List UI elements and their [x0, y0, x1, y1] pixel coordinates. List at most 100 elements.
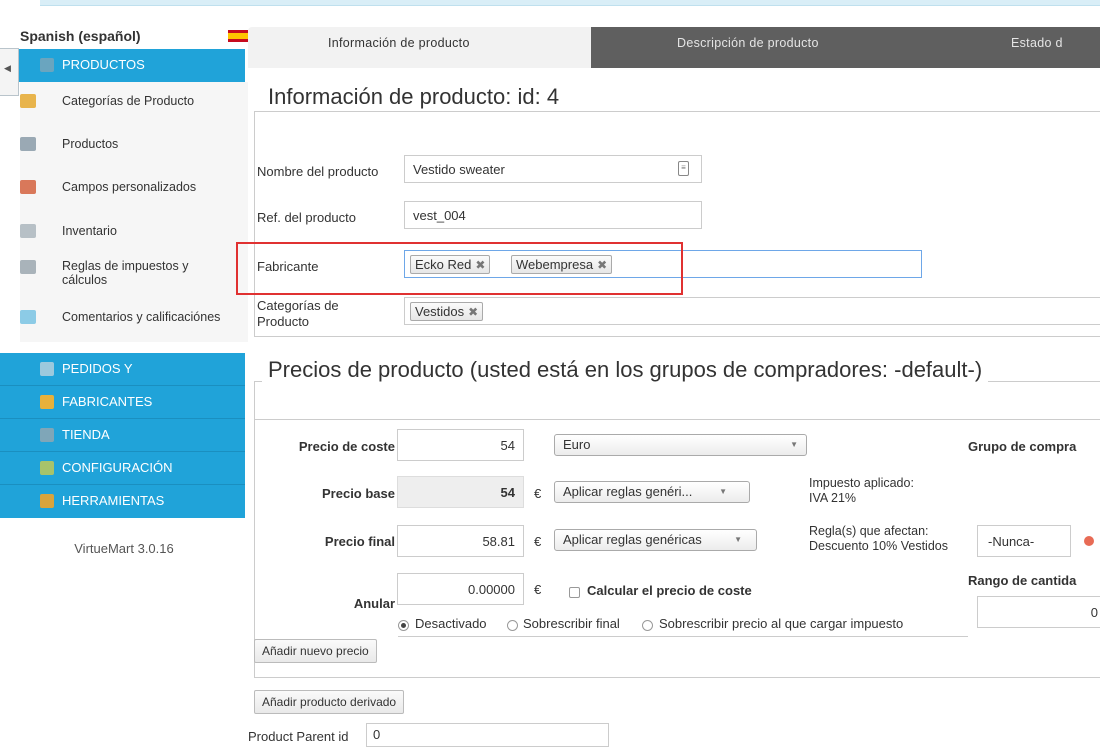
products-submenu: Categorías de Producto Productos Campos … [20, 82, 248, 342]
product-edit-panel: Información de producto: id: 4 Nombre de… [236, 68, 1100, 747]
sidebar-item-label: Inventario [62, 224, 117, 238]
override-final-label: Sobrescribir final [523, 616, 620, 631]
sidebar-item-label: Comentarios y calificaciónes [62, 310, 221, 324]
override-final-radio[interactable] [507, 620, 518, 631]
final-price-label: Precio final [324, 534, 395, 549]
manufacturer-highlight-box [236, 242, 683, 295]
sidebar-item-custom-fields[interactable]: Campos personalizados [20, 168, 248, 212]
base-euro-sign: € [534, 486, 542, 501]
orders-icon [40, 362, 54, 376]
never-date-input[interactable]: -Nunca- [977, 525, 1071, 557]
calc-cost-checkbox[interactable] [569, 587, 580, 598]
calculator-icon [20, 260, 36, 274]
add-price-button[interactable]: Añadir nuevo precio [254, 639, 377, 663]
override-tax-radio[interactable] [642, 620, 653, 631]
tab-product-description[interactable]: Descripción de producto [591, 27, 861, 68]
quantity-range-input[interactable]: 0 [977, 596, 1100, 628]
remove-icon[interactable] [1084, 536, 1094, 546]
quantity-range-label: Rango de cantida [968, 573, 1077, 588]
override-disabled-label: Desactivado [415, 616, 487, 631]
comment-icon [20, 310, 36, 324]
tab-product-status[interactable]: Estado d [861, 27, 1100, 68]
product-name-value: Vestido sweater [413, 162, 505, 177]
product-ref-label: Ref. del producto [257, 210, 357, 225]
store-icon [40, 428, 54, 442]
categories-label-line: Producto [257, 314, 310, 329]
parent-id-input[interactable]: 0 [366, 723, 609, 747]
final-price-input[interactable]: 58.81 [397, 525, 524, 557]
buyer-group-label: Grupo de compra [968, 439, 1077, 454]
menu-store[interactable]: TIENDA [0, 419, 245, 452]
sidebar-item-label: Reglas de impuestos y cálculos [62, 259, 189, 287]
version-label: VirtueMart 3.0.16 [74, 541, 174, 556]
final-rule-select[interactable]: Aplicar reglas genéricas ▼ [554, 529, 757, 551]
product-name-label: Nombre del producto [257, 164, 379, 179]
custom-fields-icon [20, 180, 36, 194]
fieldset-border [254, 111, 1100, 112]
menu-products[interactable]: PRODUCTOS [0, 49, 245, 82]
categories-label: Categorías de Producto [257, 298, 339, 330]
menu-products-label: PRODUCTOS [62, 57, 145, 72]
category-chip[interactable]: Vestidos ✖ [410, 302, 484, 321]
product-ref-input[interactable]: vest_004 [404, 201, 702, 229]
sidebar-item-tax-rules[interactable]: Reglas de impuestos y cálculos [20, 254, 248, 298]
rules-affect-line: Descuento 10% Vestidos [809, 539, 948, 553]
folder-icon [20, 94, 36, 108]
base-rule-value: Aplicar reglas genéri... [563, 484, 693, 499]
cost-price-input[interactable]: 54 [397, 429, 524, 461]
top-notice-bar [0, 0, 1100, 12]
tax-applied-note: Impuesto aplicado: IVA 21% [809, 476, 914, 506]
menu-section-label: HERRAMIENTAS [62, 493, 165, 508]
calc-cost-label: Calcular el precio de coste [587, 583, 752, 598]
override-euro-sign: € [534, 582, 542, 597]
chevron-down-icon: ▼ [719, 487, 727, 496]
remove-chip-icon[interactable]: ✖ [468, 305, 478, 319]
parent-id-label: Product Parent id [248, 729, 349, 744]
menu-orders[interactable]: PEDIDOS Y [0, 353, 245, 386]
sidebar-item-label: Categorías de Producto [62, 94, 195, 108]
menu-tools[interactable]: HERRAMIENTAS [0, 485, 245, 518]
sidebar-item-label: Productos [62, 137, 119, 151]
sidebar-item-categories[interactable]: Categorías de Producto [20, 82, 248, 126]
menu-section-label: TIENDA [62, 427, 110, 442]
top-notice-strip [40, 0, 1100, 6]
final-euro-sign: € [534, 534, 542, 549]
product-name-input[interactable]: Vestido sweater ≡ [404, 155, 702, 183]
tax-applied-line: IVA 21% [809, 491, 857, 505]
sidebar: Spanish (español) PRODUCTOS ◀ Categorías… [0, 26, 248, 747]
currency-select[interactable]: Euro ▼ [554, 434, 807, 456]
fieldset-border [254, 381, 255, 677]
tax-applied-line: Impuesto aplicado: [809, 476, 914, 490]
base-rule-select[interactable]: Aplicar reglas genéri... ▼ [554, 481, 750, 503]
inventory-icon [20, 224, 36, 238]
add-child-product-button[interactable]: Añadir producto derivado [254, 690, 405, 714]
fieldset-border [254, 111, 255, 336]
sidebar-collapse-handle[interactable]: ◀ [0, 48, 19, 96]
menu-section-label: FABRICANTES [62, 394, 153, 409]
sidebar-item-label: Campos personalizados [62, 180, 197, 194]
override-label: Anular [353, 596, 395, 611]
rules-affect-line: Regla(s) que afectan: [809, 524, 929, 538]
override-price-input[interactable]: 0.00000 [397, 573, 524, 605]
sidebar-item-products[interactable]: Productos [20, 125, 248, 169]
base-price-input: 54 [397, 476, 524, 508]
base-price-label: Precio base [322, 486, 395, 501]
product-info-title: Información de producto: id: 4 [262, 84, 566, 110]
cost-price-label: Precio de coste [298, 439, 395, 454]
currency-value: Euro [563, 437, 591, 452]
text-field-icon: ≡ [678, 161, 689, 176]
override-disabled-radio[interactable] [398, 620, 409, 631]
chevron-left-icon: ◀ [4, 63, 11, 73]
tab-product-info[interactable]: Información de producto [248, 27, 591, 68]
sidebar-item-inventory[interactable]: Inventario [20, 212, 248, 256]
menu-manufacturers[interactable]: FABRICANTES [0, 386, 245, 419]
camera-icon [20, 137, 36, 151]
tools-icon [40, 494, 54, 508]
menu-configuration[interactable]: CONFIGURACIÓN [0, 452, 245, 485]
sidebar-item-reviews[interactable]: Comentarios y calificaciónes [20, 298, 248, 342]
config-icon [40, 461, 54, 475]
spain-flag-icon[interactable] [228, 30, 248, 42]
menu-section-label: PEDIDOS Y [62, 361, 133, 376]
categories-multiselect[interactable]: Vestidos ✖ [404, 297, 1100, 325]
price-table-border [254, 419, 1100, 420]
